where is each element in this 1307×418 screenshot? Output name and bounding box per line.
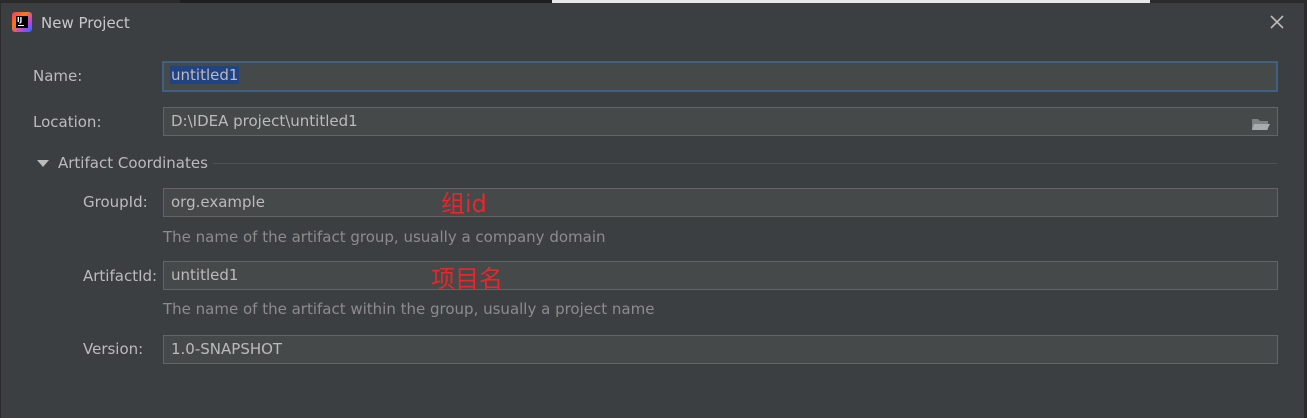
version-input[interactable]: 1.0-SNAPSHOT [163,335,1278,364]
version-label: Version: [83,340,144,358]
name-input[interactable]: untitled1 [162,61,1278,92]
location-input-value: D:\IDEA project\untitled1 [171,112,358,130]
location-label: Location: [33,113,102,131]
groupid-label: GroupId: [83,193,148,211]
new-project-dialog: IJ New Project Name: untitled1 Location:… [0,3,1305,418]
groupid-input[interactable]: org.example [163,188,1278,217]
section-divider [213,163,1277,164]
artifact-coordinates-toggle[interactable]: Artifact Coordinates [37,153,208,173]
name-label: Name: [33,67,83,85]
location-input[interactable]: D:\IDEA project\untitled1 [163,107,1278,136]
intellij-idea-icon: IJ [12,12,32,32]
artifactid-input-value: untitled1 [171,266,239,284]
triangle-down-icon [37,159,49,167]
title-bar[interactable]: IJ New Project [1,3,1304,43]
folder-icon[interactable] [1251,114,1271,130]
group-id-annotation: 组id [441,190,487,218]
artifactid-hint: The name of the artifact within the grou… [163,300,655,318]
artifactid-input[interactable]: untitled1 [163,261,1278,290]
close-button[interactable] [1267,12,1287,32]
groupid-input-value: org.example [171,193,265,211]
artifactid-label: ArtifactId: [83,267,158,285]
version-input-value: 1.0-SNAPSHOT [171,340,283,358]
groupid-hint: The name of the artifact group, usually … [163,228,606,246]
close-icon [1270,15,1284,29]
artifact-coordinates-title: Artifact Coordinates [58,154,208,172]
artifact-id-annotation: 项目名 [431,265,503,293]
dialog-title: New Project [41,14,130,32]
name-input-value: untitled1 [170,66,240,84]
